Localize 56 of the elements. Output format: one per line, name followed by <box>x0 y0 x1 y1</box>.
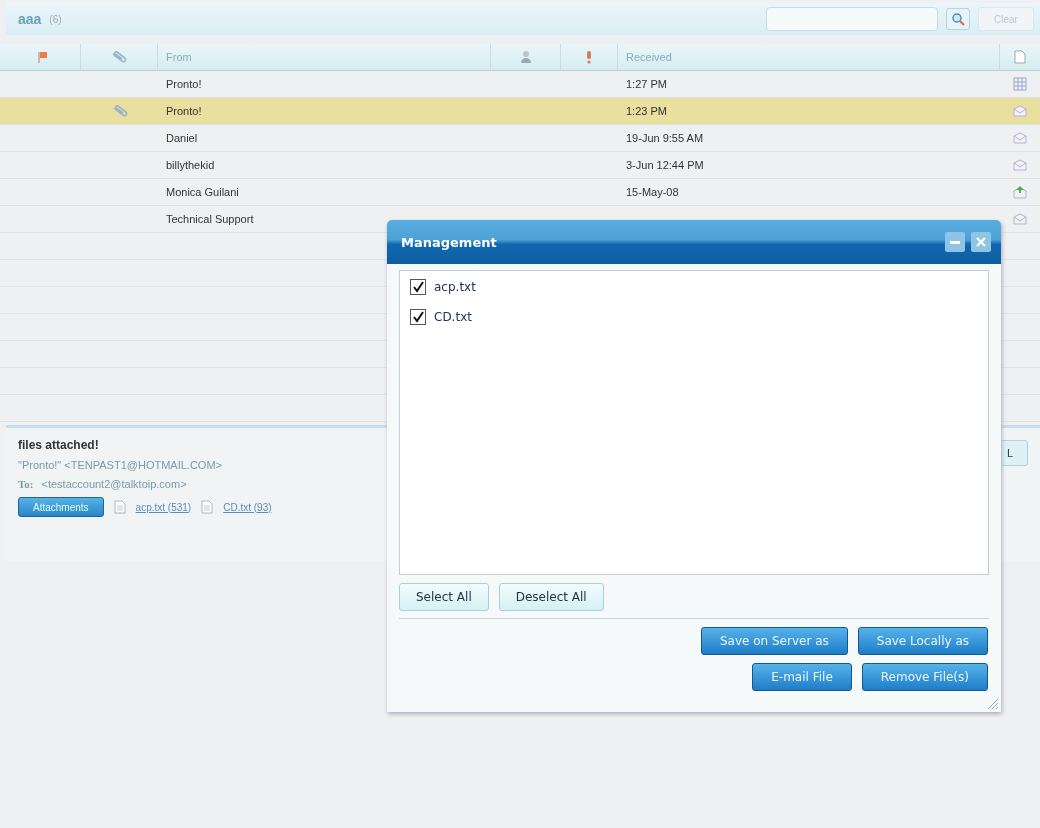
column-header[interactable]: From <box>158 44 491 70</box>
search-field[interactable] <box>766 7 938 31</box>
column-header[interactable]: Received <box>618 44 1000 70</box>
sender-name: Pronto! <box>165 77 203 92</box>
envelope-arrow-icon <box>1013 185 1027 199</box>
action-button[interactable]: E-mail File <box>752 663 852 691</box>
document-icon <box>113 500 126 514</box>
dialog-title: Management <box>401 234 497 250</box>
file-name: CD.txt <box>434 310 472 324</box>
attachment-link[interactable]: acp.txt (531) <box>135 501 192 513</box>
folder-name: aaa <box>18 11 42 27</box>
to-label: To: <box>18 478 34 490</box>
received-time: 3-Jun 12:44 PM <box>625 158 705 173</box>
close-icon <box>976 237 986 247</box>
envelope-icon <box>1013 132 1027 144</box>
envelope-icon <box>1013 105 1027 117</box>
checkbox[interactable] <box>410 309 426 325</box>
checkbox[interactable] <box>410 279 426 295</box>
received-time: 1:27 PM <box>625 77 668 92</box>
exclamation-icon[interactable] <box>586 50 592 64</box>
calendar-icon <box>1013 77 1027 91</box>
message-subject: files attached! <box>18 438 100 452</box>
attachments-button[interactable]: Attachments <box>18 497 104 517</box>
document-icon <box>201 500 214 514</box>
received-time: 15-May-08 <box>625 185 680 200</box>
message-row[interactable]: Pronto! 1:23 PM <box>0 98 1040 125</box>
envelope-icon <box>1013 213 1027 225</box>
action-button[interactable]: Save Locally as <box>857 627 988 655</box>
paperclip-icon <box>111 51 127 63</box>
person-icon[interactable] <box>519 50 532 64</box>
search-button[interactable] <box>946 8 970 30</box>
close-button[interactable] <box>971 232 991 252</box>
sender-name: Daniel <box>165 131 199 146</box>
paperclip-icon <box>111 105 128 117</box>
select-all-button[interactable]: Select All <box>399 583 489 611</box>
sender-name: Technical Support <box>165 212 255 227</box>
received-time: 19-Jun 9:55 AM <box>625 131 705 146</box>
document-icon[interactable] <box>1014 50 1026 64</box>
minimize-button[interactable] <box>945 232 965 252</box>
attachment-link[interactable]: CD.txt (93) <box>223 501 272 513</box>
message-count: (6) <box>49 13 62 25</box>
envelope-icon <box>1013 159 1027 171</box>
search-icon <box>951 12 965 26</box>
action-button[interactable]: Remove File(s) <box>861 663 988 691</box>
received-time: 1:23 PM <box>625 104 668 119</box>
flag-icon[interactable] <box>38 51 48 63</box>
resize-grip-icon[interactable] <box>985 696 999 710</box>
minimize-icon <box>950 240 960 244</box>
sender-name: Pronto! <box>165 104 203 119</box>
action-button[interactable]: Save on Server as <box>700 627 848 655</box>
recipient-address: <testaccount2@talktoip.com> <box>41 478 187 490</box>
file-name: acp.txt <box>434 280 476 294</box>
sender-address: "Pronto!" <TENPAST1@HOTMAIL.COM> <box>18 459 223 471</box>
sender-name: billythekid <box>165 158 216 173</box>
sender-name: Monica Guilani <box>165 185 240 200</box>
deselect-all-button[interactable]: Deselect All <box>498 583 604 611</box>
